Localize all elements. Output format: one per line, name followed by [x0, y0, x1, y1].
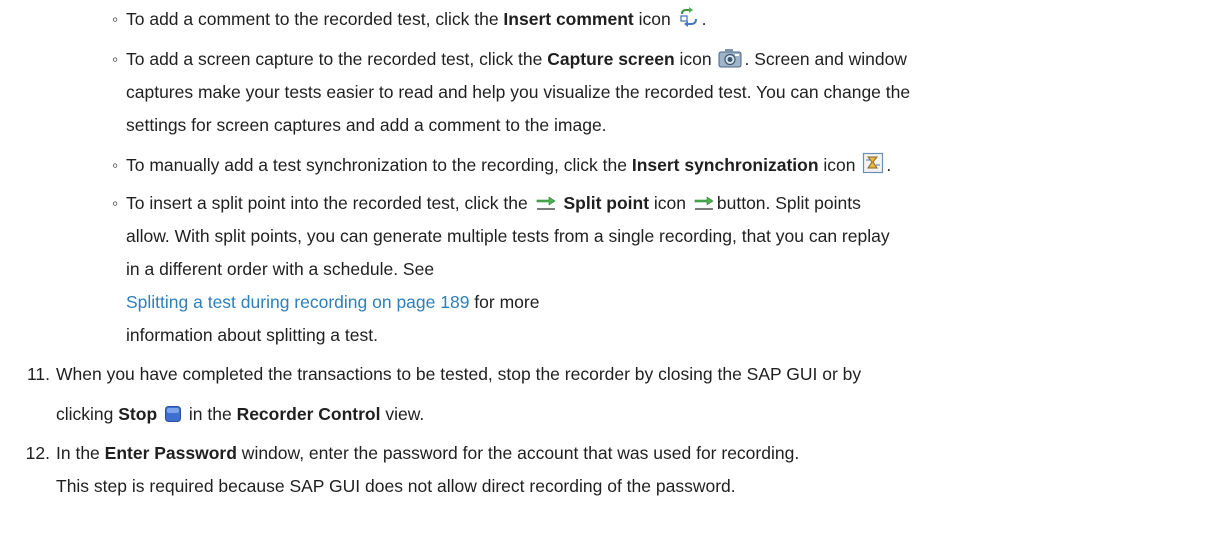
sub-item-capture-screen: ◦ To add a screen capture to the recorded… — [112, 48, 907, 69]
step-11: 11. When you have completed the transacti… — [10, 362, 861, 386]
stop-label: Stop — [118, 404, 158, 424]
split-point-continuation: allow. With split points, you can genera… — [126, 226, 890, 246]
stop-icon — [164, 405, 182, 423]
step-number: 11. — [26, 364, 50, 384]
insert-comment-label: Insert comment — [503, 9, 634, 29]
insert-comment-icon — [678, 6, 700, 28]
bullet: ◦ — [112, 9, 119, 29]
step-12-continuation: This step is required because SAP GUI do… — [56, 476, 736, 496]
step-number: 12. — [25, 443, 50, 463]
bullet: ◦ — [112, 49, 119, 69]
step-11-continuation: clicking Stop in the Recorder Control vi… — [56, 404, 425, 424]
split-point-icon — [535, 194, 557, 212]
sub-item-split-point: ◦ To insert a split point into the record… — [112, 193, 861, 213]
insert-synchronization-label: Insert synchronization — [631, 155, 819, 175]
camera-icon — [718, 48, 742, 68]
synchronization-icon — [862, 152, 884, 174]
sub-item-insert-synchronization: ◦ To manually add a test synchronization … — [112, 152, 891, 177]
split-point-continuation: information about splitting a test. — [126, 325, 378, 345]
bullet: ◦ — [112, 193, 119, 213]
document-page: ◦ To add a comment to the recorded test, … — [0, 0, 1206, 545]
split-point-icon — [693, 194, 715, 212]
recorder-control-label: Recorder Control — [236, 404, 381, 424]
split-point-label: Split point — [563, 193, 650, 213]
step-12: 12. In the Enter Password window, enter t… — [10, 441, 800, 465]
capture-screen-continuation: settings for screen captures and add a c… — [126, 115, 607, 135]
split-point-continuation: in a different order with a schedule. Se… — [126, 259, 435, 279]
enter-password-label: Enter Password — [104, 443, 237, 463]
splitting-test-link[interactable]: Splitting a test during recording on pag… — [126, 292, 469, 312]
capture-screen-continuation: captures make your tests easier to read … — [126, 82, 911, 102]
capture-screen-label: Capture screen — [547, 49, 675, 69]
sub-item-insert-comment: ◦ To add a comment to the recorded test, … — [112, 6, 706, 31]
bullet: ◦ — [112, 155, 119, 175]
split-point-reference-line: in a different order with a schedule. Se… — [126, 292, 540, 312]
